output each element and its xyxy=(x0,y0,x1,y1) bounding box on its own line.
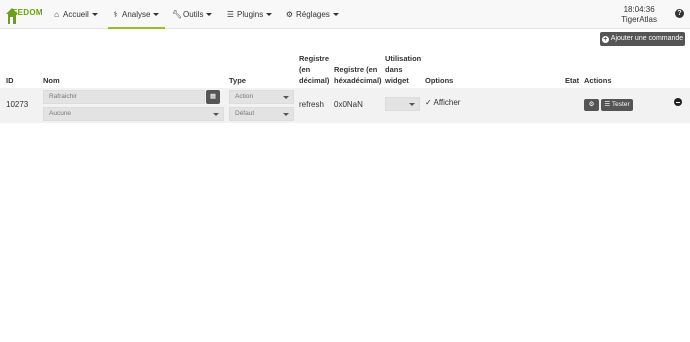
nav-accueil[interactable]: ⌂ Accueil xyxy=(52,0,98,29)
configure-button[interactable]: ⚙ xyxy=(584,99,599,111)
nav-reglages-label: Réglages xyxy=(296,10,330,19)
test-button-label: Tester xyxy=(611,101,630,108)
nav-reglages[interactable]: ⚙ Réglages xyxy=(285,0,339,29)
add-command-button[interactable]: + Ajouter une commande xyxy=(600,32,685,46)
check-icon: ✓ xyxy=(425,98,432,107)
icons-grid-icon: ▦ xyxy=(209,93,217,100)
name-input[interactable]: Rafraichir xyxy=(43,90,205,104)
icon-picker-button[interactable]: ▦ xyxy=(206,90,220,104)
list-icon: ☰ xyxy=(226,10,235,19)
header-widget-line1: Utilisation xyxy=(385,54,422,63)
header-options: Options xyxy=(425,76,454,85)
header-nom: Nom xyxy=(43,76,60,85)
header-widget: Utilisation dans widget xyxy=(385,53,421,86)
header-registre-hex: Registre (en héxadécimal) xyxy=(334,64,382,86)
display-option-label: Afficher xyxy=(433,98,461,107)
chevron-down-icon xyxy=(283,96,289,99)
type-select[interactable]: Action xyxy=(229,90,294,104)
remove-command-icon[interactable] xyxy=(674,98,682,106)
header-widget-line3: widget xyxy=(385,76,409,85)
chevron-down-icon xyxy=(206,13,213,17)
chevron-down-icon xyxy=(283,113,289,116)
chevron-down-icon xyxy=(213,113,219,116)
register-decimal-value: refresh xyxy=(299,100,324,109)
nav-analyse-label: Analyse xyxy=(122,10,151,19)
home-icon: ⌂ xyxy=(54,10,59,19)
wrench-icon: 🔧︎ xyxy=(172,10,183,19)
chevron-down-icon xyxy=(332,13,339,17)
test-button[interactable]: ☰ Tester xyxy=(601,99,633,111)
nav-plugins-label: Plugins xyxy=(237,10,264,19)
header-type: Type xyxy=(229,76,246,85)
gear-icon: ⚙ xyxy=(285,10,294,19)
chevron-down-icon xyxy=(153,13,160,17)
header-actions: Actions xyxy=(584,76,612,85)
header-id: ID xyxy=(6,76,14,85)
clock-user: 18:04:36 TigerAtlas xyxy=(621,5,657,25)
plus-circle-icon: + xyxy=(601,36,609,43)
nav-plugins[interactable]: ☰ Plugins xyxy=(226,0,273,29)
header-reg-dec-line3: décimal) xyxy=(299,76,330,85)
header-reg-hex-line1: Registre (en xyxy=(334,65,378,74)
rss-icon: ☰ xyxy=(604,101,611,108)
header-reg-dec-line2: (en xyxy=(299,65,311,74)
value-select-text: Aucune xyxy=(49,110,72,117)
row-id: 10273 xyxy=(6,100,29,109)
help-icon[interactable]: ? xyxy=(675,9,684,18)
subtype-select-text: Défaut xyxy=(235,110,255,117)
header-reg-hex-line2: héxadécimal) xyxy=(334,76,382,85)
subtype-select[interactable]: Défaut xyxy=(229,107,294,121)
header-registre-decimal: Registre (en décimal) xyxy=(299,53,329,86)
value-select[interactable]: Aucune xyxy=(43,107,224,121)
nav-outils-label: Outils xyxy=(183,10,204,19)
nav-accueil-label: Accueil xyxy=(63,10,89,19)
stethoscope-icon: ⚕ xyxy=(113,10,118,19)
header-reg-dec-line1: Registre xyxy=(299,54,330,63)
chevron-down-icon xyxy=(91,13,98,17)
top-navbar: EEDOM ⌂ Accueil ⚕ Analyse 🔧︎Outils ☰ Plugin… xyxy=(0,0,690,29)
header-widget-line2: dans xyxy=(385,65,403,74)
gears-icon: ⚙ xyxy=(588,101,595,108)
display-option[interactable]: ✓ Afficher xyxy=(425,98,460,107)
user-name[interactable]: TigerAtlas xyxy=(621,15,657,25)
register-hex-value: 0x0NaN xyxy=(334,100,363,109)
chevron-down-icon xyxy=(409,103,415,106)
type-select-text: Action xyxy=(235,93,254,100)
add-command-label: Ajouter une commande xyxy=(610,35,684,42)
nav-analyse[interactable]: ⚕ Analyse xyxy=(107,0,167,29)
nav-outils[interactable]: 🔧︎Outils xyxy=(172,0,213,29)
widget-select[interactable] xyxy=(385,97,420,111)
table-row: 10273 Rafraichir ▦ Aucune Action Défaut … xyxy=(0,88,690,123)
logo-text: EEDOM xyxy=(12,8,43,17)
header-etat: Etat xyxy=(565,76,580,85)
chevron-down-icon xyxy=(266,13,273,17)
clock-time: 18:04:36 xyxy=(623,5,655,14)
